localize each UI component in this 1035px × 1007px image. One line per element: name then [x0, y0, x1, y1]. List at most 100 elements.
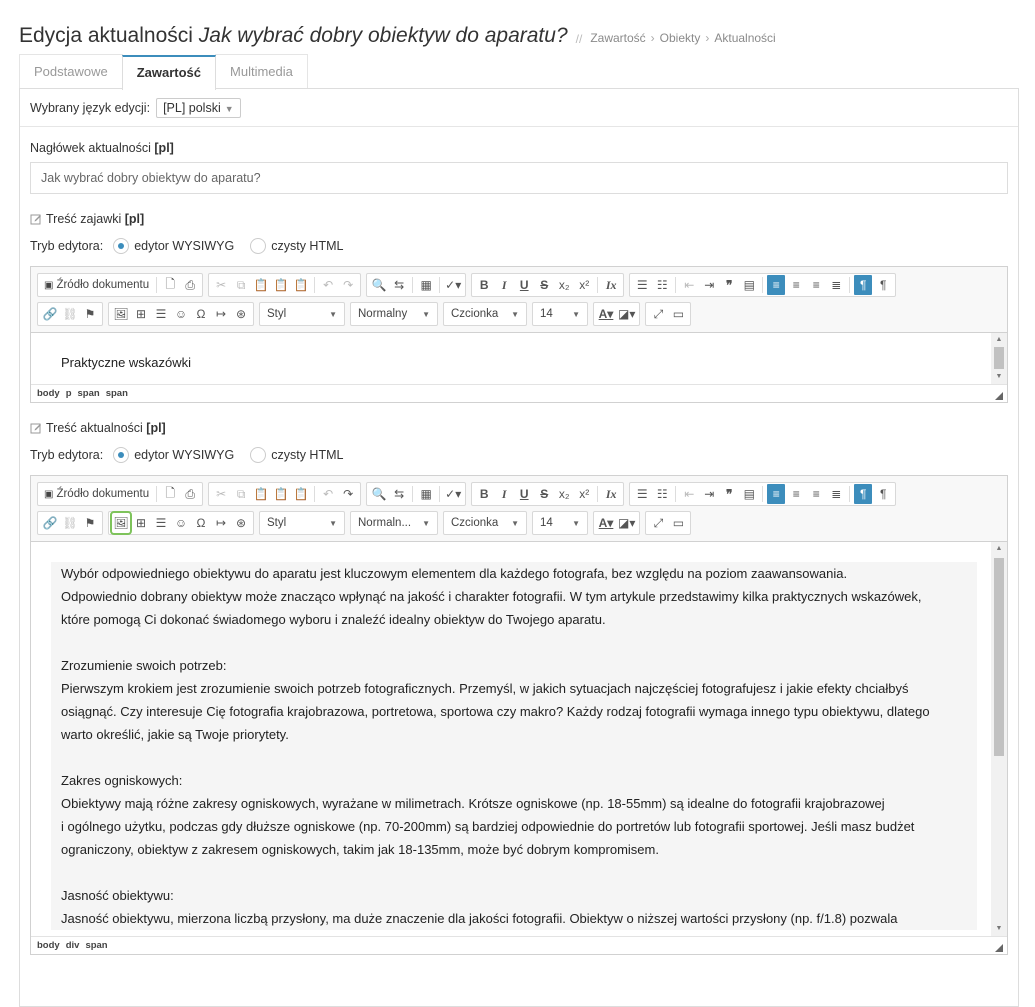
bg-color-icon[interactable]: ◪▾: [617, 304, 636, 324]
bold-icon[interactable]: B: [475, 275, 493, 295]
italic-icon[interactable]: I: [495, 484, 513, 504]
body-paragraph[interactable]: Jasność obiektywu:: [61, 884, 967, 907]
redo-icon[interactable]: ↷: [339, 484, 357, 504]
radio-wysiwyg-label[interactable]: edytor WYSIWYG: [134, 448, 234, 462]
numbered-list-icon[interactable]: ☰: [633, 275, 651, 295]
ltr-icon[interactable]: ¶: [854, 484, 873, 504]
anchor-icon[interactable]: ⚑: [81, 513, 99, 533]
text-color-icon[interactable]: A▾: [597, 513, 615, 533]
image-icon[interactable]: 🖼: [112, 304, 130, 324]
language-select[interactable]: [PL] polski ▼: [156, 97, 241, 118]
subscript-icon[interactable]: x₂: [555, 275, 573, 295]
cut-icon[interactable]: ✂: [212, 275, 230, 295]
path-item[interactable]: span: [85, 940, 107, 951]
format-combo[interactable]: Normalny ▼: [350, 302, 438, 326]
unlink-icon[interactable]: ⛓: [61, 513, 79, 533]
body-text[interactable]: Wybór odpowiedniego obiektywu do aparatu…: [51, 562, 977, 930]
path-item[interactable]: p: [66, 388, 72, 399]
path-item[interactable]: body: [37, 940, 60, 951]
text-color-icon[interactable]: A▾: [597, 304, 615, 324]
table-icon[interactable]: ⊞: [132, 513, 150, 533]
scroll-up-icon[interactable]: ▲: [991, 333, 1007, 347]
radio-wysiwyg[interactable]: [113, 238, 130, 254]
align-center-icon[interactable]: ≡: [787, 484, 805, 504]
blockquote-icon[interactable]: ❞: [720, 275, 738, 295]
body-paragraph[interactable]: które pomogą Ci dokonać świadomego wybor…: [61, 608, 967, 631]
paste-text-icon[interactable]: 📋: [272, 484, 290, 504]
link-icon[interactable]: 🔗: [41, 513, 59, 533]
new-page-icon[interactable]: 🗋: [161, 484, 179, 504]
body-paragraph[interactable]: osiągnąć. Czy interesuje Cię fotografia …: [61, 700, 967, 723]
paste-icon[interactable]: 📋: [252, 275, 270, 295]
copy-icon[interactable]: ⧉: [232, 275, 250, 295]
copy-icon[interactable]: ⧉: [232, 484, 250, 504]
resize-handle-icon[interactable]: [995, 944, 1003, 952]
align-justify-icon[interactable]: ≣: [827, 484, 845, 504]
outdent-icon[interactable]: ⇤: [680, 484, 698, 504]
select-all-icon[interactable]: ▦: [417, 484, 435, 504]
body-paragraph[interactable]: Jasność obiektywu, mierzona liczbą przys…: [61, 907, 967, 930]
unlink-icon[interactable]: ⛓: [61, 304, 79, 324]
bulleted-list-icon[interactable]: ☷: [653, 484, 671, 504]
spellcheck-icon[interactable]: ✓▾: [444, 275, 462, 295]
teaser-text[interactable]: Praktyczne wskazówki: [51, 355, 977, 370]
paste-icon[interactable]: 📋: [252, 484, 270, 504]
image-icon[interactable]: 🖼: [110, 511, 132, 535]
div-icon[interactable]: ▤: [740, 275, 758, 295]
radio-html-label[interactable]: czysty HTML: [271, 239, 343, 253]
subscript-icon[interactable]: x₂: [555, 484, 573, 504]
radio-html-label[interactable]: czysty HTML: [271, 448, 343, 462]
radio-wysiwyg[interactable]: [113, 447, 130, 463]
table-icon[interactable]: ⊞: [132, 304, 150, 324]
rtl-icon[interactable]: ¶: [874, 275, 892, 295]
size-combo[interactable]: 14 ▼: [532, 302, 588, 326]
strikethrough-icon[interactable]: S: [535, 275, 553, 295]
align-right-icon[interactable]: ≡: [807, 484, 825, 504]
breadcrumb-item-news[interactable]: Aktualności: [714, 31, 775, 45]
paste-word-icon[interactable]: 📋: [292, 275, 310, 295]
replace-icon[interactable]: ⇆: [390, 484, 408, 504]
numbered-list-icon[interactable]: ☰: [633, 484, 651, 504]
anchor-icon[interactable]: ⚑: [81, 304, 99, 324]
font-combo[interactable]: Czcionka ▼: [443, 302, 527, 326]
body-paragraph[interactable]: Zakres ogniskowych:: [61, 769, 967, 792]
scroll-thumb[interactable]: [994, 347, 1004, 369]
path-item[interactable]: body: [37, 388, 60, 399]
radio-html[interactable]: [250, 447, 267, 463]
size-combo[interactable]: 14 ▼: [532, 511, 588, 535]
radio-wysiwyg-label[interactable]: edytor WYSIWYG: [134, 239, 234, 253]
link-icon[interactable]: 🔗: [41, 304, 59, 324]
align-center-icon[interactable]: ≡: [787, 275, 805, 295]
smiley-icon[interactable]: ☺: [172, 304, 190, 324]
path-item[interactable]: div: [66, 940, 80, 951]
superscript-icon[interactable]: x²: [575, 275, 593, 295]
page-break-icon[interactable]: ↦: [212, 304, 230, 324]
select-all-icon[interactable]: ▦: [417, 275, 435, 295]
bold-icon[interactable]: B: [475, 484, 493, 504]
font-combo[interactable]: Czcionka ▼: [443, 511, 527, 535]
remove-format-icon[interactable]: Ix: [602, 484, 620, 504]
body-paragraph[interactable]: i ogólnego użytku, podczas gdy dłuższe o…: [61, 815, 967, 838]
cut-icon[interactable]: ✂: [212, 484, 230, 504]
tab-basic[interactable]: Podstawowe: [19, 54, 123, 88]
body-scrollbar[interactable]: ▲ ▼: [991, 542, 1007, 936]
source-button[interactable]: ▣ Źródło dokumentu: [41, 484, 152, 504]
headline-input[interactable]: Jak wybrać dobry obiektyw do aparatu?: [30, 162, 1008, 194]
style-combo[interactable]: Styl ▼: [259, 302, 345, 326]
underline-icon[interactable]: U: [515, 484, 533, 504]
radio-html[interactable]: [250, 238, 267, 254]
underline-icon[interactable]: U: [515, 275, 533, 295]
italic-icon[interactable]: I: [495, 275, 513, 295]
undo-icon[interactable]: ↶: [319, 275, 337, 295]
find-icon[interactable]: 🔍: [370, 484, 388, 504]
body-paragraph[interactable]: ograniczony, obiektyw z zakresem ognisko…: [61, 838, 967, 861]
body-paragraph[interactable]: Wybór odpowiedniego obiektywu do aparatu…: [61, 562, 967, 585]
body-paragraph[interactable]: Pierwszym krokiem jest zrozumienie swoic…: [61, 677, 967, 700]
body-paragraph[interactable]: Odpowiednio dobrany obiektyw może znaczą…: [61, 585, 967, 608]
align-left-icon[interactable]: ≡: [767, 484, 786, 504]
scroll-up-icon[interactable]: ▲: [991, 542, 1007, 556]
body-content-area[interactable]: Wybór odpowiedniego obiektywu do aparatu…: [31, 541, 1007, 936]
maximize-icon[interactable]: ⤢: [649, 304, 667, 324]
div-icon[interactable]: ▤: [740, 484, 758, 504]
indent-icon[interactable]: ⇥: [700, 275, 718, 295]
